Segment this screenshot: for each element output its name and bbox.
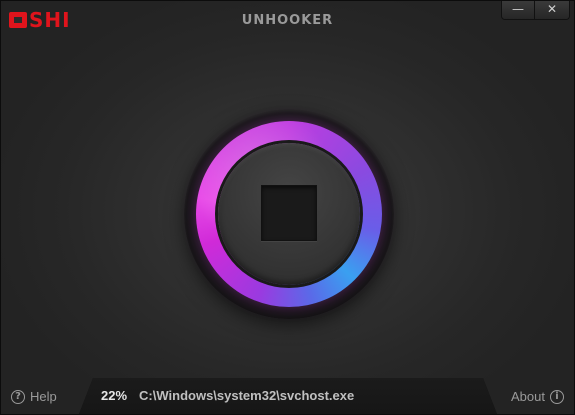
about-link[interactable]: About i [511,389,564,404]
help-link[interactable]: ? Help [11,389,57,404]
close-button[interactable]: ✕ [534,1,569,19]
stop-icon [261,185,317,241]
scan-status: 22% C:\Windows\system32\svchost.exe [101,388,354,403]
progress-percent: 22% [101,388,128,403]
help-icon: ? [11,389,25,404]
app-title: UNHOOKER [241,13,334,28]
minimize-button[interactable]: — [502,1,534,19]
scan-dial [184,109,394,319]
app-window: SHI UNHOOKER — ✕ ? Help 22% C:\Windows\s… [0,0,575,415]
info-icon: i [550,389,564,404]
help-label: Help [30,389,57,404]
current-file-path: C:\Windows\system32\svchost.exe [139,388,355,403]
window-controls: — ✕ [501,1,570,20]
stop-scan-button[interactable] [218,143,360,285]
about-label: About [511,389,545,404]
